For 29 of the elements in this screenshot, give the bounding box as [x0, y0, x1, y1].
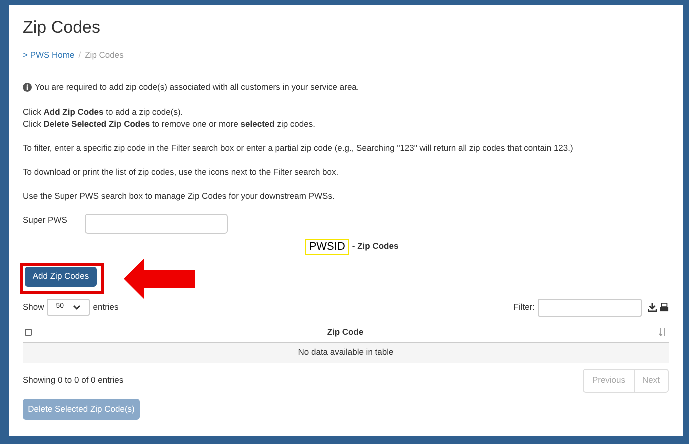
info-text: You are required to add zip code(s) associated with all customers in your service area. — [35, 80, 360, 94]
entries-label: entries — [93, 301, 119, 314]
filter-field[interactable] — [538, 298, 642, 316]
chevron-down-icon — [73, 304, 82, 310]
empty-row: No data available in table — [23, 342, 669, 362]
breadcrumb-separator: / — [78, 49, 82, 62]
add-button[interactable]: Add Zip Codes — [25, 266, 97, 286]
filter-label: Filter: — [514, 301, 535, 314]
column-header: Zip Code — [326, 326, 365, 338]
instruction-text: Use the Super PWS search box to manage Zip Codes for your downstream PWSs. — [23, 190, 336, 202]
table-info: Showing 0 to 0 of 0 entries — [23, 374, 124, 387]
arrow-drawing — [124, 258, 196, 298]
pwsid-label: PWSID — [305, 238, 350, 254]
instruction-text: To download or print the list of zip codes, use the icons next to the Filter search box. — [23, 166, 340, 178]
instruction-text: Click Add Zip Codes to add a zip code(s). — [23, 106, 184, 118]
info-icon — [23, 82, 32, 92]
sort-icon[interactable] — [659, 328, 667, 336]
breadcrumb-current: Zip Codes — [85, 49, 124, 62]
instruction-text: Click Delete Selected Zip Codes to remove one or more selected zip codes. — [23, 118, 316, 130]
field-label: Super PWS — [23, 214, 68, 226]
table-title: - Zip Codes — [352, 240, 399, 253]
super-pws-field[interactable] — [85, 214, 228, 234]
print-icon[interactable] — [660, 303, 669, 312]
show-label: Show — [23, 301, 44, 314]
breadcrumb-link[interactable]: > PWS Home — [23, 49, 75, 62]
select-all-checkbox[interactable] — [25, 328, 32, 336]
download-icon[interactable] — [648, 303, 657, 312]
page-title: Zip Codes — [23, 17, 102, 36]
instruction-text: To filter, enter a specific zip code in the Filter search box or enter a partial zip code (e.g., Searching "123" will return all zip codes that contain 123.) — [23, 142, 574, 154]
